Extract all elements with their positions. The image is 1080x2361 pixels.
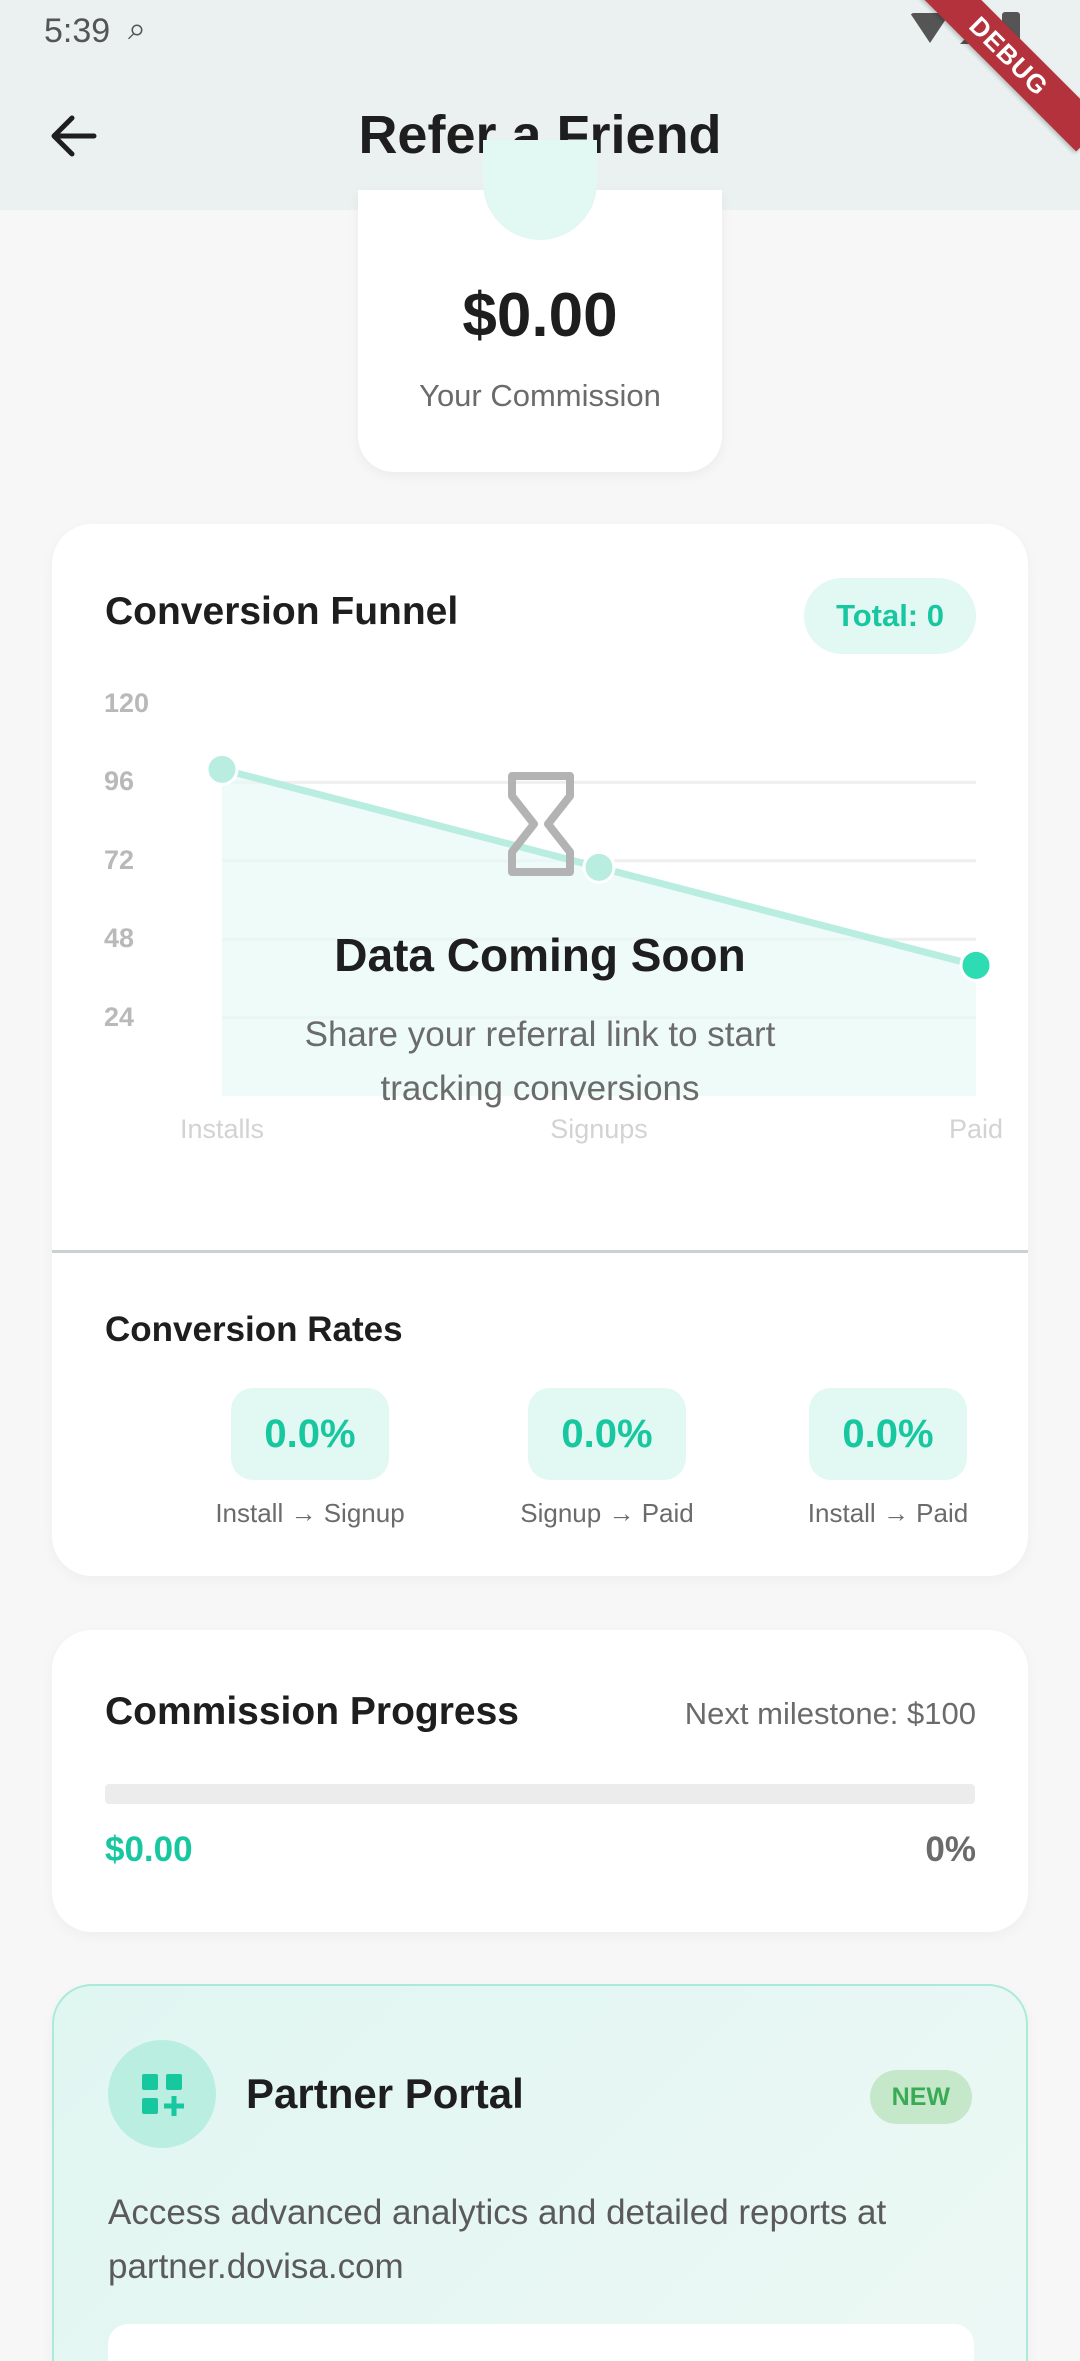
rate-install-paid: 0.0% Install → Paid xyxy=(778,1388,998,1529)
rate-label: Install → Signup xyxy=(215,1498,405,1528)
commission-value: $0.00 xyxy=(462,281,618,350)
partner-portal-title: Partner Portal xyxy=(246,2070,524,2117)
rate-label: Signup → Paid xyxy=(520,1498,694,1528)
new-badge: NEW xyxy=(869,2070,972,2124)
dashboard-add-icon xyxy=(108,2040,216,2148)
hourglass-icon xyxy=(508,772,574,876)
rate-value: 0.0% xyxy=(231,1388,389,1480)
progress-percent: 0% xyxy=(925,1830,976,1869)
data-point xyxy=(582,850,616,884)
search-status-icon: ⌕ xyxy=(128,10,146,46)
rate-value: 0.0% xyxy=(809,1388,967,1480)
x-tick-label: Paid xyxy=(948,1114,1004,1144)
next-milestone: Next milestone: $100 xyxy=(684,1696,976,1731)
conversion-rates-title: Conversion Rates xyxy=(105,1310,403,1349)
funnel-chart: 120 96 72 48 24 Installs Signups Paid xyxy=(52,524,1028,1244)
commission-icon xyxy=(483,140,597,240)
y-tick-label: 24 xyxy=(104,1001,135,1032)
partner-portal-link-field[interactable] xyxy=(108,2324,974,2361)
progress-amount: $0.00 xyxy=(105,1830,193,1869)
commission-progress-card: Commission Progress Next milestone: $100… xyxy=(52,1630,1028,1932)
y-tick-label: 96 xyxy=(104,766,135,797)
x-tick-label: Installs xyxy=(179,1114,265,1144)
y-tick-label: 72 xyxy=(104,844,135,875)
rate-value: 0.0% xyxy=(528,1388,686,1480)
progress-bar xyxy=(105,1784,975,1804)
status-time: 5:39 xyxy=(44,12,111,50)
commission-card: $0.00 Your Commission xyxy=(358,140,722,472)
commission-label: Your Commission xyxy=(419,378,661,413)
rate-signup-paid: 0.0% Signup → Paid xyxy=(497,1388,717,1529)
partner-portal-description: Access advanced analytics and detailed r… xyxy=(108,2193,887,2286)
partner-portal-card[interactable]: Partner Portal NEW Access advanced analy… xyxy=(52,1984,1028,2361)
rate-install-signup: 0.0% Install → Signup xyxy=(200,1388,420,1529)
empty-state-message: Share your referral link to start tracki… xyxy=(304,1015,776,1108)
divider xyxy=(52,1250,1028,1253)
empty-state-title: Data Coming Soon xyxy=(334,929,746,981)
conversion-funnel-card: Conversion Funnel Total: 0 120 96 72 48 24 In… xyxy=(52,524,1028,1576)
x-tick-label: Signups xyxy=(550,1114,648,1144)
data-point xyxy=(205,752,239,786)
rate-label: Install → Paid xyxy=(807,1498,969,1528)
y-tick-label: 120 xyxy=(104,688,150,718)
progress-title: Commission Progress xyxy=(105,1690,519,1733)
